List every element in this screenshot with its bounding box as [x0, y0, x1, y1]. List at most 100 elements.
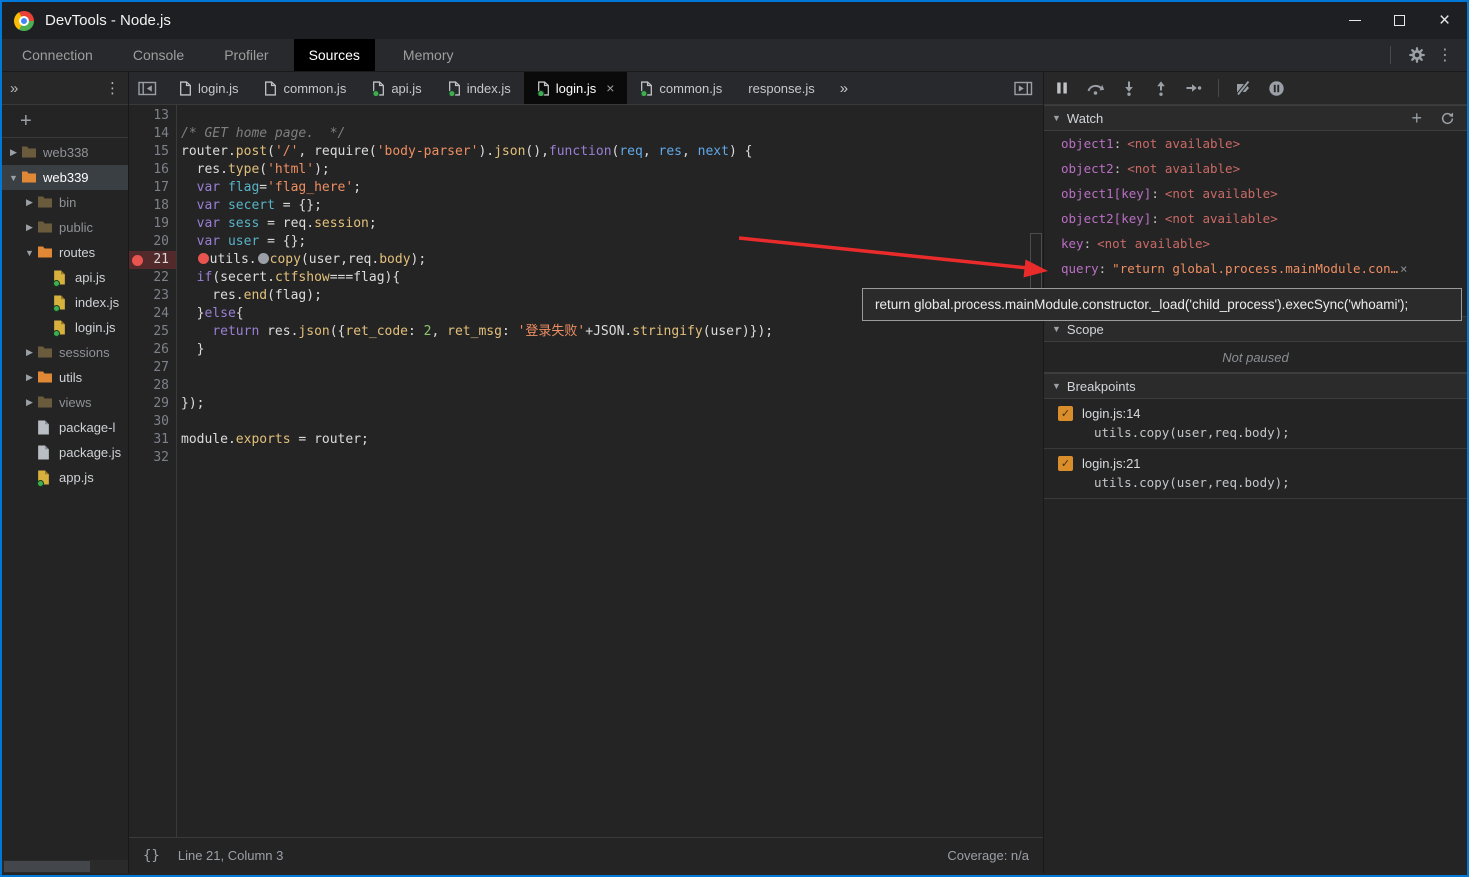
tree-item-api-js[interactable]: api.js	[2, 265, 128, 290]
step-into-icon[interactable]	[1121, 80, 1137, 96]
line-number[interactable]: 19	[129, 215, 176, 233]
show-debugger-icon[interactable]	[1014, 72, 1043, 104]
file-tab-login-js[interactable]: login.js	[166, 72, 251, 104]
tree-item-package-js[interactable]: package.js	[2, 440, 128, 465]
tab-overflow-icon[interactable]: »	[828, 72, 860, 104]
refresh-watch-icon[interactable]	[1440, 111, 1455, 126]
tree-item-web339[interactable]: ▼web339	[2, 165, 128, 190]
add-folder-icon[interactable]: +	[20, 111, 32, 131]
line-number[interactable]: 25	[129, 323, 176, 341]
inline-breakpoint-candidate-icon[interactable]	[258, 253, 269, 264]
settings-gear-icon[interactable]	[1403, 46, 1431, 64]
breakpoint-checkbox[interactable]: ✓	[1058, 456, 1073, 471]
code-editor[interactable]: 1314151617181920212223242526272829303132…	[129, 105, 1043, 837]
deactivate-breakpoints-icon[interactable]	[1235, 80, 1252, 96]
tree-item-views[interactable]: ▶views	[2, 390, 128, 415]
breakpoint-item[interactable]: ✓login.js:14utils.copy(user,req.body);	[1044, 399, 1467, 449]
breakpoint-line-number[interactable]: 21	[129, 251, 176, 269]
navigator-hscrollbar[interactable]	[2, 860, 128, 873]
navigator-menu-icon[interactable]: ⋮	[105, 79, 120, 97]
code-token: }	[181, 342, 204, 357]
tree-item-bin[interactable]: ▶bin	[2, 190, 128, 215]
tree-item-package-l[interactable]: package-l	[2, 415, 128, 440]
file-tab-common-js[interactable]: common.js	[251, 72, 359, 104]
minimize-button[interactable]	[1332, 2, 1377, 39]
main-tab-console[interactable]: Console	[118, 39, 199, 71]
pretty-print-icon[interactable]: {}	[143, 848, 160, 864]
line-number[interactable]: 20	[129, 233, 176, 251]
inline-breakpoint-active-icon[interactable]	[198, 253, 209, 264]
scrollbar-thumb[interactable]	[4, 861, 90, 872]
editor-vscrollbar[interactable]	[1029, 105, 1043, 837]
chevron-right-icon[interactable]: ▶	[24, 222, 35, 233]
step-out-icon[interactable]	[1153, 80, 1169, 96]
main-tab-memory[interactable]: Memory	[388, 39, 469, 71]
chevron-right-icon[interactable]: ▶	[24, 197, 35, 208]
line-number[interactable]: 30	[129, 413, 176, 431]
close-button[interactable]: ×	[1422, 2, 1467, 39]
watch-expression-row[interactable]: key:<not available>	[1044, 231, 1467, 256]
more-tabs-icon[interactable]: »	[10, 80, 18, 97]
tree-item-routes[interactable]: ▼routes	[2, 240, 128, 265]
code-token: ,	[643, 144, 659, 159]
breakpoints-section-header[interactable]: ▼ Breakpoints	[1044, 373, 1467, 399]
delete-watch-icon[interactable]: ×	[1400, 262, 1407, 276]
code-content[interactable]: /* GET home page. */router.post('/', req…	[177, 105, 1043, 837]
line-number[interactable]: 23	[129, 287, 176, 305]
tree-item-public[interactable]: ▶public	[2, 215, 128, 240]
watch-expression-row[interactable]: object2[key]:<not available>	[1044, 206, 1467, 231]
add-watch-icon[interactable]: +	[1411, 109, 1422, 127]
chevron-down-icon[interactable]: ▼	[8, 173, 19, 183]
close-tab-icon[interactable]: ×	[606, 80, 614, 96]
file-tab-api-js[interactable]: api.js	[359, 72, 434, 104]
line-number[interactable]: 26	[129, 341, 176, 359]
kebab-menu-icon[interactable]: ⋮	[1431, 45, 1459, 65]
tree-item-web338[interactable]: ▶web338	[2, 140, 128, 165]
main-tab-sources[interactable]: Sources	[294, 39, 375, 71]
tree-item-app-js[interactable]: app.js	[2, 465, 128, 490]
line-number[interactable]: 22	[129, 269, 176, 287]
line-number-gutter[interactable]: 1314151617181920212223242526272829303132	[129, 105, 177, 837]
file-tab-response-js[interactable]: response.js	[735, 72, 827, 104]
watch-expression-row[interactable]: object2:<not available>	[1044, 156, 1467, 181]
chevron-right-icon[interactable]: ▶	[24, 347, 35, 358]
breakpoint-item[interactable]: ✓login.js:21utils.copy(user,req.body);	[1044, 449, 1467, 499]
line-number[interactable]: 29	[129, 395, 176, 413]
line-number[interactable]: 32	[129, 449, 176, 467]
file-tab-login-js[interactable]: login.js×	[524, 72, 628, 104]
tree-item-utils[interactable]: ▶utils	[2, 365, 128, 390]
tree-item-sessions[interactable]: ▶sessions	[2, 340, 128, 365]
main-tab-connection[interactable]: Connection	[7, 39, 108, 71]
hide-navigator-icon[interactable]	[129, 72, 166, 104]
line-number[interactable]: 27	[129, 359, 176, 377]
watch-section-header[interactable]: ▼ Watch +	[1044, 105, 1467, 131]
line-number[interactable]: 13	[129, 107, 176, 125]
line-number[interactable]: 31	[129, 431, 176, 449]
chevron-right-icon[interactable]: ▶	[8, 147, 19, 158]
pause-on-exceptions-icon[interactable]	[1268, 80, 1285, 97]
watch-expression-row[interactable]: query:"return global.process.mainModule.…	[1044, 256, 1467, 281]
chevron-right-icon[interactable]: ▶	[24, 372, 35, 383]
line-number[interactable]: 14	[129, 125, 176, 143]
file-tab-index-js[interactable]: index.js	[435, 72, 524, 104]
line-number[interactable]: 24	[129, 305, 176, 323]
step-icon[interactable]	[1185, 80, 1202, 96]
chevron-down-icon[interactable]: ▼	[24, 248, 35, 258]
tree-item-login-js[interactable]: login.js	[2, 315, 128, 340]
watch-expression-row[interactable]: object1[key]:<not available>	[1044, 181, 1467, 206]
code-token: );	[314, 162, 330, 177]
line-number[interactable]: 18	[129, 197, 176, 215]
line-number[interactable]: 28	[129, 377, 176, 395]
line-number[interactable]: 15	[129, 143, 176, 161]
step-over-icon[interactable]	[1086, 80, 1105, 96]
pause-icon[interactable]	[1054, 80, 1070, 96]
tree-item-index-js[interactable]: index.js	[2, 290, 128, 315]
breakpoint-checkbox[interactable]: ✓	[1058, 406, 1073, 421]
main-tab-profiler[interactable]: Profiler	[209, 39, 283, 71]
chevron-right-icon[interactable]: ▶	[24, 397, 35, 408]
line-number[interactable]: 16	[129, 161, 176, 179]
watch-expression-row[interactable]: object1:<not available>	[1044, 131, 1467, 156]
maximize-button[interactable]	[1377, 2, 1422, 39]
file-tab-common-js[interactable]: common.js	[627, 72, 735, 104]
line-number[interactable]: 17	[129, 179, 176, 197]
